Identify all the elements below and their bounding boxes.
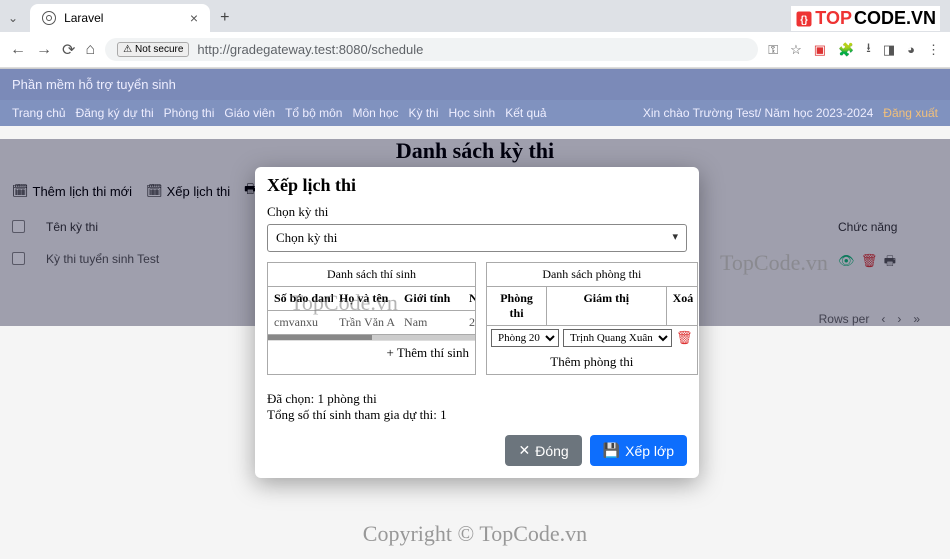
reload-icon[interactable]: ⟳ xyxy=(62,40,75,60)
summary-rooms: Đã chọn: 1 phòng thi xyxy=(267,391,687,407)
save-icon: 💾 xyxy=(603,442,620,459)
watermark-footer: Copyright © TopCode.vn xyxy=(0,521,950,547)
arrange-button[interactable]: 💾 Xếp lớp xyxy=(590,435,687,466)
nav-phong-thi[interactable]: Phòng thi xyxy=(164,106,215,120)
add-student-button[interactable]: + Thêm thí sinh xyxy=(268,340,475,365)
col-n: N xyxy=(463,287,475,310)
tab-title: Laravel xyxy=(64,11,103,25)
panel-icon[interactable]: ◨ xyxy=(883,42,895,58)
cell-name: Trần Văn A xyxy=(333,311,398,334)
nav-trang-chu[interactable]: Trang chủ xyxy=(12,106,66,120)
home-icon[interactable]: ⌂ xyxy=(85,41,95,59)
globe-icon xyxy=(42,11,56,25)
extensions-icon[interactable]: 🧩 xyxy=(838,42,854,58)
nav-ky-thi[interactable]: Kỳ thi xyxy=(409,106,439,120)
download-icon[interactable]: ⭳ xyxy=(866,39,871,61)
topcode-logo: {} TOPCODE.VN xyxy=(791,6,940,31)
key-icon[interactable]: ⚿ xyxy=(768,42,778,58)
nav-giao-vien[interactable]: Giáo viên xyxy=(224,106,275,120)
cell-sbd: cmvanxu xyxy=(268,311,333,334)
col-gioitinh: Giới tính xyxy=(398,287,463,310)
students-title: Danh sách thí sinh xyxy=(268,263,475,287)
col-xoa: Xoá xyxy=(667,287,697,325)
back-icon[interactable]: ← xyxy=(10,41,26,59)
cell-gender: Nam xyxy=(398,311,463,334)
security-badge[interactable]: ⚠ Not secure xyxy=(117,42,189,57)
app-title: Phần mềm hỗ trợ tuyển sinh xyxy=(0,69,950,100)
proctor-select[interactable]: Trịnh Quang Xuân xyxy=(563,329,672,347)
select-exam-label: Chọn kỳ thi xyxy=(267,200,687,224)
student-row[interactable]: cmvanxu Trần Văn A Nam 2 xyxy=(268,311,475,334)
room-select[interactable]: Phòng 201 xyxy=(491,329,559,347)
greeting-text: Xin chào Trường Test/ Năm học 2023-2024 xyxy=(643,106,873,120)
room-row: Phòng 201 Trịnh Quang Xuân 🗑 xyxy=(487,326,697,350)
chevron-down-icon[interactable]: ⌄ xyxy=(8,11,18,25)
forward-icon[interactable]: → xyxy=(36,41,52,59)
add-room-button[interactable]: Thêm phòng thi xyxy=(487,350,697,374)
app-nav: Trang chủ Đăng ký dự thi Phòng thi Giáo … xyxy=(0,100,950,126)
profile-icon[interactable]: ◕ xyxy=(907,42,915,57)
nav-mon-hoc[interactable]: Môn học xyxy=(352,106,398,120)
warning-icon: ⚠ xyxy=(123,44,132,55)
nav-dang-ky[interactable]: Đăng ký dự thi xyxy=(76,106,154,120)
nav-ket-qua[interactable]: Kết quả xyxy=(505,106,546,120)
close-button[interactable]: ✕ Đóng xyxy=(505,435,581,466)
trash-icon[interactable]: 🗑 xyxy=(676,330,693,346)
col-sbd: Số báo danh xyxy=(268,287,333,310)
rooms-pane: Danh sách phòng thi Phòng thi Giám thị X… xyxy=(486,262,698,375)
nav-hoc-sinh[interactable]: Học sinh xyxy=(449,106,496,120)
new-tab-button[interactable]: + xyxy=(210,9,239,27)
exam-select[interactable]: Chọn kỳ thi ▾ xyxy=(267,224,687,252)
summary-students: Tổng số thí sinh tham gia dự thi: 1 xyxy=(267,407,687,423)
chevron-down-icon: ▾ xyxy=(672,230,678,246)
svg-text:{}: {} xyxy=(801,14,809,25)
cell-n: 2 xyxy=(463,311,475,334)
horizontal-scrollbar[interactable] xyxy=(268,334,475,340)
col-phong: Phòng thi xyxy=(487,287,547,325)
students-pane: Danh sách thí sinh Số báo danh Họ và tên… xyxy=(267,262,476,375)
rooms-title: Danh sách phòng thi xyxy=(487,263,697,287)
extension-red-icon[interactable]: ▣ xyxy=(814,42,826,58)
logout-link[interactable]: Đăng xuất xyxy=(883,106,938,120)
arrange-modal: Xếp lịch thi Chọn kỳ thi Chọn kỳ thi ▾ D… xyxy=(255,167,699,478)
close-icon[interactable]: × xyxy=(190,10,198,26)
menu-icon[interactable]: ⋮ xyxy=(927,42,940,58)
close-icon: ✕ xyxy=(518,442,530,459)
col-giamthi: Giám thị xyxy=(547,287,667,325)
star-icon[interactable]: ☆ xyxy=(790,42,802,58)
url-text: http://gradegateway.test:8080/schedule xyxy=(197,42,423,57)
nav-to-bo-mon[interactable]: Tổ bộ môn xyxy=(285,106,342,120)
exam-select-value: Chọn kỳ thi xyxy=(276,230,337,246)
address-bar[interactable]: ⚠ Not secure http://gradegateway.test:80… xyxy=(105,38,758,61)
browser-tab[interactable]: Laravel × xyxy=(30,4,210,32)
modal-title: Xếp lịch thi xyxy=(255,167,699,200)
col-hoten: Họ và tên xyxy=(333,287,398,310)
